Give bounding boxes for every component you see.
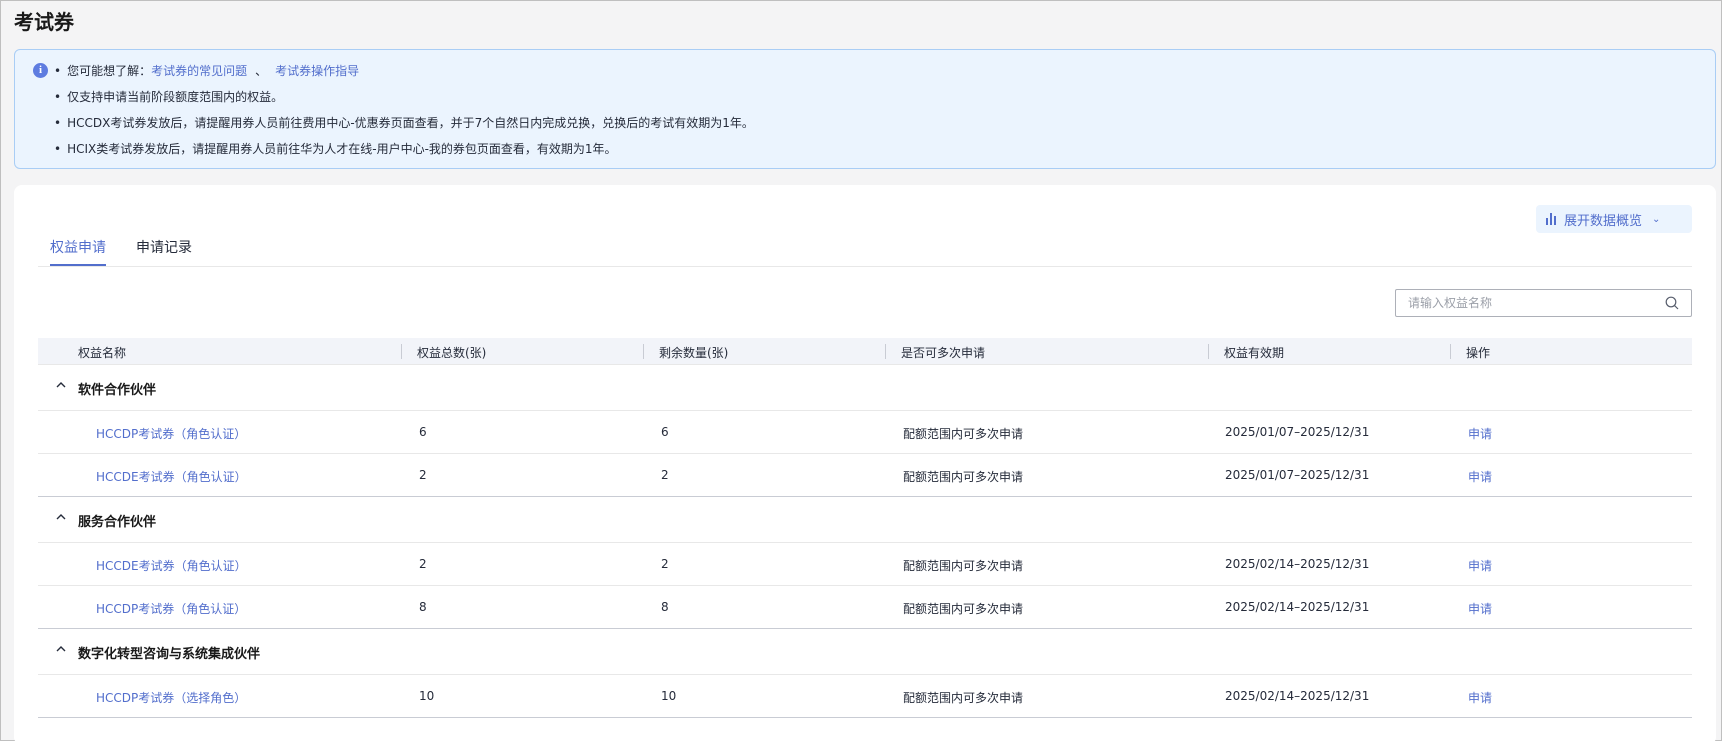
- chevron-up-icon[interactable]: [56, 380, 66, 390]
- notice-line-3: • HCIX类考试券发放后，请提醒用券人员前往华为人才在线-用户中心-我的券包页面…: [54, 142, 617, 156]
- benefit-name-link[interactable]: HCCDP考试券（角色认证）: [96, 600, 246, 617]
- table-row: HCCDE考试券（角色认证） 2 2 配额范围内可多次申请 2025/02/14…: [38, 543, 1692, 586]
- multi-cell: 配额范围内可多次申请: [903, 470, 1024, 484]
- apply-button[interactable]: 申请: [1468, 425, 1492, 442]
- col-multi: 是否可多次申请: [901, 346, 986, 360]
- bar-chart-icon: [1546, 213, 1556, 225]
- tab-bar: 权益申请 申请记录: [38, 237, 1692, 267]
- group-row-software[interactable]: 软件合作伙伴: [38, 365, 1692, 411]
- col-action: 操作: [1466, 346, 1491, 360]
- notice-banner: i • 您可能想了解：考试券的常见问题、考试券操作指导 • 仅支持申请当前阶段额度范…: [14, 49, 1716, 169]
- expand-overview-button[interactable]: 展开数据概览 ⌄: [1536, 205, 1692, 233]
- validity-cell: 2025/02/14–2025/12/31: [1225, 600, 1370, 614]
- apply-button[interactable]: 申请: [1468, 689, 1492, 706]
- validity-cell: 2025/01/07–2025/12/31: [1225, 468, 1370, 482]
- col-remaining: 剩余数量(张): [659, 346, 729, 360]
- expand-overview-label: 展开数据概览: [1564, 213, 1643, 229]
- multi-cell: 配额范围内可多次申请: [903, 602, 1024, 616]
- apply-button[interactable]: 申请: [1468, 557, 1492, 574]
- benefit-name-link[interactable]: HCCDP考试券（选择角色）: [96, 689, 246, 706]
- notice-line-1: • 仅支持申请当前阶段额度范围内的权益。: [54, 90, 284, 104]
- validity-cell: 2025/01/07–2025/12/31: [1225, 425, 1370, 439]
- info-icon: i: [33, 63, 48, 78]
- chevron-up-icon[interactable]: [56, 512, 66, 522]
- remaining-cell: 10: [661, 689, 677, 703]
- remaining-cell: 2: [661, 468, 669, 482]
- total-cell: 6: [419, 425, 427, 439]
- group-name: 软件合作伙伴: [78, 383, 157, 398]
- remaining-cell: 2: [661, 557, 669, 571]
- col-total: 权益总数(张): [417, 346, 487, 360]
- apply-button[interactable]: 申请: [1468, 600, 1492, 617]
- table-row: HCCDP考试券（角色认证） 8 8 配额范围内可多次申请 2025/02/14…: [38, 586, 1692, 629]
- total-cell: 2: [419, 557, 427, 571]
- chevron-down-icon: ⌄: [1652, 213, 1661, 225]
- notice-separator: 、: [255, 64, 268, 78]
- benefit-table: 权益名称 权益总数(张) 剩余数量(张) 是否可多次申请 权益有效期 操作 软件…: [38, 338, 1692, 718]
- search-input[interactable]: [1408, 290, 1658, 316]
- tab-apply-records[interactable]: 申请记录: [136, 237, 192, 264]
- total-cell: 2: [419, 468, 427, 482]
- benefit-name-link[interactable]: HCCDE考试券（角色认证）: [96, 468, 247, 485]
- group-name: 服务合作伙伴: [78, 515, 157, 530]
- total-cell: 8: [419, 600, 427, 614]
- guide-link[interactable]: 考试券操作指导: [275, 64, 359, 78]
- table-header: 权益名称 权益总数(张) 剩余数量(张) 是否可多次申请 权益有效期 操作: [38, 338, 1692, 365]
- page-title: 考试券: [14, 10, 74, 34]
- search-icon[interactable]: [1665, 296, 1679, 310]
- apply-button[interactable]: 申请: [1468, 468, 1492, 485]
- table-row: HCCDE考试券（角色认证） 2 2 配额范围内可多次申请 2025/01/07…: [38, 454, 1692, 497]
- multi-cell: 配额范围内可多次申请: [903, 691, 1024, 705]
- group-row-service[interactable]: 服务合作伙伴: [38, 497, 1692, 543]
- table-row: HCCDP考试券（选择角色） 10 10 配额范围内可多次申请 2025/02/…: [38, 675, 1692, 718]
- tab-benefit-apply[interactable]: 权益申请: [50, 237, 106, 266]
- col-validity: 权益有效期: [1224, 346, 1285, 360]
- total-cell: 10: [419, 689, 435, 703]
- remaining-cell: 8: [661, 600, 669, 614]
- chevron-up-icon[interactable]: [56, 644, 66, 654]
- content-card: 展开数据概览 ⌄ 权益申请 申请记录 权益名称 权益总数(张) 剩余数量(张) …: [14, 185, 1716, 741]
- validity-cell: 2025/02/14–2025/12/31: [1225, 689, 1370, 703]
- table-row: HCCDP考试券（角色认证） 6 6 配额范围内可多次申请 2025/01/07…: [38, 411, 1692, 454]
- remaining-cell: 6: [661, 425, 669, 439]
- faq-link[interactable]: 考试券的常见问题: [151, 64, 247, 78]
- validity-cell: 2025/02/14–2025/12/31: [1225, 557, 1370, 571]
- benefit-name-link[interactable]: HCCDE考试券（角色认证）: [96, 557, 247, 574]
- multi-cell: 配额范围内可多次申请: [903, 559, 1024, 573]
- notice-line-links: • 您可能想了解：考试券的常见问题、考试券操作指导: [54, 62, 359, 79]
- group-row-digital[interactable]: 数字化转型咨询与系统集成伙伴: [38, 629, 1692, 675]
- bullet: •: [54, 64, 62, 78]
- group-name: 数字化转型咨询与系统集成伙伴: [78, 647, 261, 662]
- col-name: 权益名称: [78, 346, 127, 360]
- benefit-name-link[interactable]: HCCDP考试券（角色认证）: [96, 425, 246, 442]
- search-box: [1395, 289, 1692, 317]
- multi-cell: 配额范围内可多次申请: [903, 427, 1024, 441]
- notice-line-2: • HCCDX考试券发放后，请提醒用券人员前往费用中心-优惠券页面查看，并于7个自…: [54, 116, 754, 130]
- notice-prefix: 您可能想了解：: [67, 64, 152, 78]
